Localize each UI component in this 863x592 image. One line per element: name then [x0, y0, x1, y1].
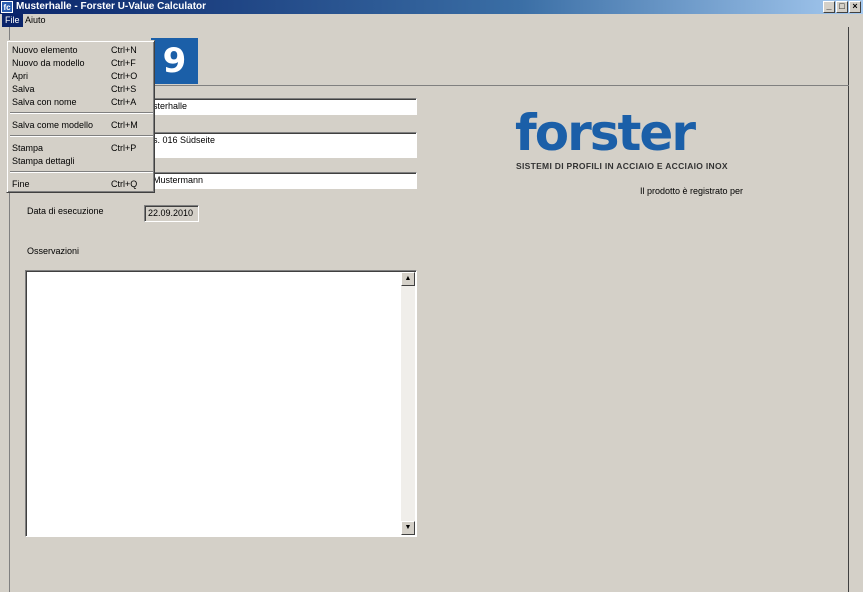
- menu-item-label: Apri: [12, 71, 29, 81]
- menu-item-new-from-template[interactable]: Nuovo da modello Ctrl+F: [10, 57, 153, 69]
- menu-item-print-details[interactable]: Stampa dettagli: [10, 155, 153, 167]
- menu-item-shortcut: Ctrl+N: [111, 45, 137, 55]
- menu-item-new-element[interactable]: Nuovo elemento Ctrl+N: [10, 44, 153, 56]
- scroll-down-icon[interactable]: ▼: [401, 521, 415, 535]
- date-field[interactable]: 22.09.2010: [144, 205, 199, 222]
- close-button[interactable]: ×: [849, 1, 861, 13]
- menu-separator: [10, 112, 153, 114]
- registration-text: Il prodotto è registrato per: [640, 186, 744, 196]
- menu-bar: File Aiuto: [0, 14, 863, 27]
- notes-textarea[interactable]: ▲ ▼: [25, 270, 417, 537]
- menu-item-shortcut: Ctrl+S: [111, 84, 137, 94]
- object-field[interactable]: usterhalle: [144, 98, 417, 115]
- maximize-button[interactable]: □: [836, 1, 848, 13]
- notes-scrollbar[interactable]: ▲ ▼: [401, 272, 415, 535]
- menu-item-exit[interactable]: Fine Ctrl+Q: [10, 178, 153, 190]
- menu-item-shortcut: Ctrl+P: [111, 143, 137, 153]
- menu-help[interactable]: Aiuto: [22, 14, 49, 27]
- file-menu-dropdown: Nuovo elemento Ctrl+N Nuovo da modello C…: [6, 40, 155, 193]
- logo-wordmark: forster: [515, 104, 696, 162]
- menu-separator: [10, 135, 153, 137]
- menu-item-print[interactable]: Stampa Ctrl+P: [10, 142, 153, 154]
- window-controls: _ □ ×: [823, 1, 861, 13]
- menu-item-shortcut: Ctrl+O: [111, 71, 138, 81]
- menu-item-save-as[interactable]: Salva con nome Ctrl+A: [10, 96, 153, 108]
- forster-logo: forster SISTEMI DI PROFILI IN ACCIAIO E …: [515, 108, 755, 178]
- author-field[interactable]: . Mustermann: [144, 172, 417, 189]
- menu-item-shortcut: Ctrl+Q: [111, 179, 138, 189]
- position-field[interactable]: os. 016 Südseite: [144, 132, 417, 158]
- app-icon: fc: [1, 1, 13, 13]
- menu-item-save-as-template[interactable]: Salva come modello Ctrl+M: [10, 119, 153, 131]
- menu-item-shortcut: Ctrl+A: [111, 97, 137, 107]
- menu-item-label: Salva come modello: [12, 120, 94, 130]
- menu-item-label: Nuovo elemento: [12, 45, 78, 55]
- menu-separator: [10, 171, 153, 173]
- menu-file[interactable]: File: [2, 14, 23, 27]
- title-bar: fc Musterhalle - Forster U-Value Calcula…: [0, 0, 863, 14]
- menu-item-label: Stampa: [12, 143, 44, 153]
- logo-tagline: SISTEMI DI PROFILI IN ACCIAIO E ACCIAIO …: [516, 161, 728, 171]
- menu-item-open[interactable]: Apri Ctrl+O: [10, 70, 153, 82]
- menu-item-shortcut: Ctrl+F: [111, 58, 136, 68]
- minimize-button[interactable]: _: [823, 1, 835, 13]
- step-badge: 9: [151, 38, 198, 84]
- menu-item-label: Fine: [12, 179, 30, 189]
- app-window: fc Musterhalle - Forster U-Value Calcula…: [0, 0, 863, 592]
- scroll-up-icon[interactable]: ▲: [401, 272, 415, 286]
- menu-item-save[interactable]: Salva Ctrl+S: [10, 83, 153, 95]
- menu-item-label: Salva con nome: [12, 97, 77, 107]
- menu-item-shortcut: Ctrl+M: [111, 120, 138, 130]
- menu-item-label: Stampa dettagli: [12, 156, 75, 166]
- menu-item-label: Nuovo da modello: [12, 58, 85, 68]
- date-label: Data di esecuzione: [27, 206, 104, 216]
- window-title: Musterhalle - Forster U-Value Calculator: [16, 1, 207, 12]
- menu-item-label: Salva: [12, 84, 35, 94]
- notes-label: Osservazioni: [27, 246, 80, 256]
